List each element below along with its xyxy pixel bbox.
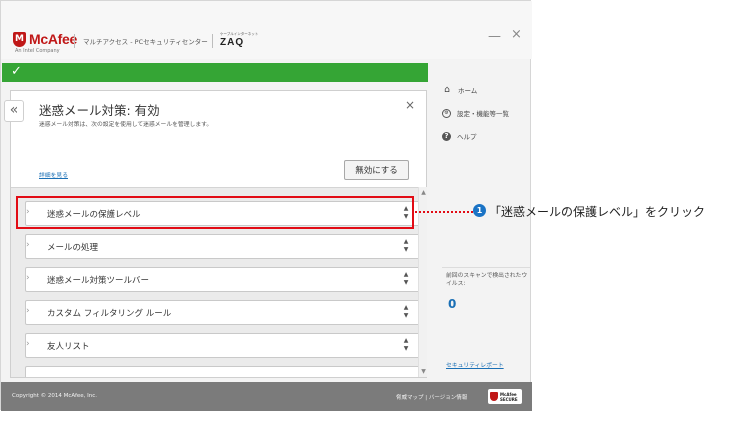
disable-button[interactable]: 無効にする [344,160,409,180]
scroll-up-icon[interactable]: ▲ [420,189,427,196]
list-item-mail-processing[interactable]: › メールの処理 ▲ ▼ [25,234,421,259]
secure-badge-brand: McAfee [500,391,517,397]
mcafee-shield-icon: M [13,31,26,47]
expand-toggle-icon: ▲ ▼ [403,304,409,319]
footer: Copyright © 2014 McAfee, Inc. 脅威マップ | バー… [1,382,532,411]
chevron-right-icon: › [26,339,30,349]
list-item-label: 友人リスト [47,342,90,352]
expand-toggle-icon: ▲ ▼ [403,238,409,253]
list-item-custom-filter[interactable]: › カスタム フィルタリング ルール ▲ ▼ [25,300,421,325]
chevron-right-icon: › [26,240,30,250]
nav-item-label: ホーム [458,87,478,95]
title-bar: M McAfee An Intel Company マルチアクセス - PCセキ… [1,1,532,59]
list-item-label: 迷惑メール対策ツールバー [47,276,150,286]
step-number-badge: 1 [473,204,486,217]
expand-toggle-icon: ▲ ▼ [403,271,409,286]
callout-text: 「迷惑メールの保護レベル」をクリック [489,205,706,219]
list-item[interactable] [25,366,421,377]
title-divider [212,34,213,48]
check-icon: ✓ [11,64,22,79]
security-report-link[interactable]: セキュリティレポート [446,360,504,369]
window-close-button[interactable]: × [511,27,522,42]
threat-map-link[interactable]: 脅威マップ [396,395,424,401]
callout-connector [415,211,473,213]
help-icon: ? [442,131,451,141]
list-item-toolbar[interactable]: › 迷惑メール対策ツールバー ▲ ▼ [25,267,421,292]
list-item-label: メールの処理 [47,243,99,253]
secure-badge-label: SECURE [500,396,518,402]
title-divider [74,34,75,48]
panel-close-button[interactable]: × [405,98,415,112]
highlight-box [16,196,414,229]
suite-title: マルチアクセス - PCセキュリティセンター [83,38,208,46]
mcafee-logo: M McAfee [13,31,77,47]
virus-count: 0 [448,297,457,311]
list-item-friends[interactable]: › 友人リスト ▲ ▼ [25,333,421,358]
list-scrollbar[interactable]: ▲ ▼ [418,187,427,377]
nav-item-label: 設定・機能等一覧 [457,110,509,118]
nav-item-home[interactable]: ⌂ ホーム [442,79,530,101]
secure-badge-text: McAfee SECURE [500,392,518,402]
protection-status-bar: ✓ [2,63,428,82]
minimize-button[interactable]: — [488,29,501,44]
list-item-label: カスタム フィルタリング ルール [47,309,172,319]
chevron-right-icon: › [26,306,30,316]
mcafee-secure-badge: McAfee SECURE [488,389,522,404]
partner-logo: ZAQ [220,37,245,48]
nav-item-label: ヘルプ [457,133,477,141]
scan-summary-label: 前回のスキャンで検出されたウイルス: [446,273,528,287]
copyright-text: Copyright © 2014 McAfee, Inc. [12,393,98,399]
version-info-link[interactable]: バージョン情報 [429,395,467,401]
details-link[interactable]: 詳細を見る [39,170,68,179]
brand-name: McAfee [29,31,77,47]
nav-item-help[interactable]: ? ヘルプ [442,125,530,147]
footer-links: 脅威マップ | バージョン情報 [396,393,467,401]
side-nav: ⌂ ホーム ⚙ 設定・機能等一覧 ? ヘルプ [442,79,530,148]
expand-toggle-icon: ▲ ▼ [403,337,409,352]
back-button[interactable]: « [4,100,24,122]
gear-icon: ⚙ [442,108,451,118]
mcafee-shield-icon [490,392,498,401]
panel-title: 迷惑メール対策: 有効 [39,103,160,118]
home-icon: ⌂ [444,85,450,95]
chevron-right-icon: › [26,273,30,283]
scroll-down-icon[interactable]: ▼ [420,368,427,375]
nav-item-settings[interactable]: ⚙ 設定・機能等一覧 [442,102,530,124]
panel-description: 迷惑メール対策は、次の設定を使用して迷惑メールを管理します。 [39,122,213,128]
brand-subtitle: An Intel Company [15,48,60,54]
scan-summary: 前回のスキャンで検出されたウイルス: 0 セキュリティレポート [442,267,530,380]
